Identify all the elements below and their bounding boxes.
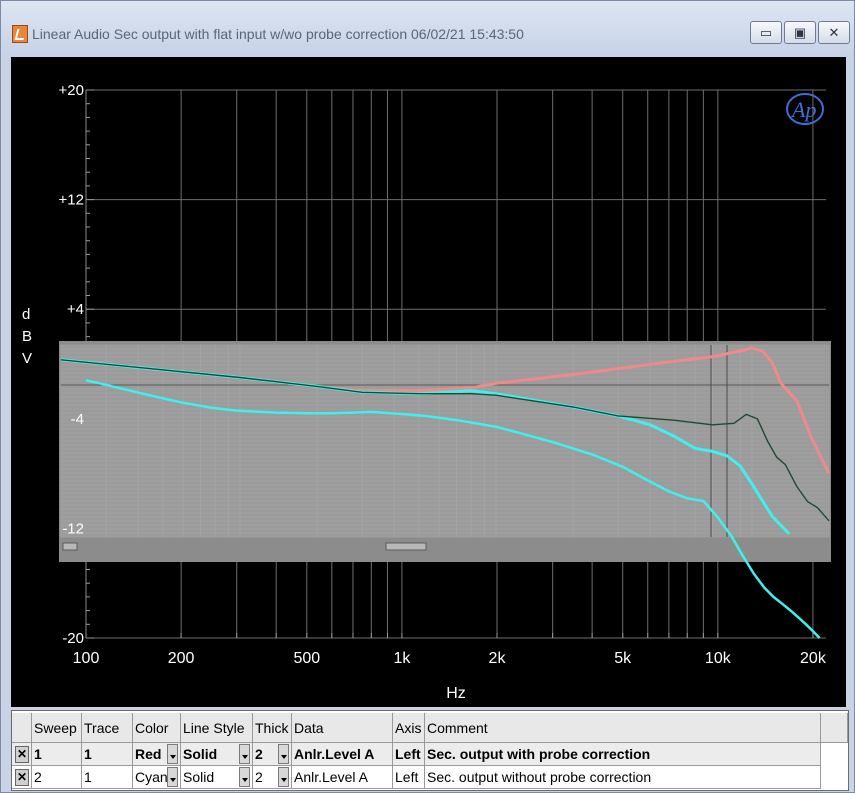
table-header-thick[interactable]: Thick (253, 713, 292, 743)
x-axis-label: Hz (446, 685, 466, 702)
chevron-down-icon[interactable] (239, 744, 250, 764)
app-window: Linear Audio Sec output with flat input … (0, 0, 855, 793)
table-header-trace[interactable]: Trace (82, 713, 133, 743)
ap-logo-text: Ap (790, 97, 816, 122)
color-value: Red (135, 746, 162, 762)
thick-select[interactable]: 2 (253, 766, 292, 789)
inset-legend-button (385, 542, 427, 551)
thick-value: 2 (255, 746, 263, 762)
table-row: ✕ (12, 743, 32, 766)
x-tick-label: 10k (705, 650, 732, 667)
comment-cell[interactable]: Sec. output without probe correction (425, 766, 821, 789)
line-style-select[interactable]: Solid (181, 766, 253, 789)
chevron-down-icon[interactable] (167, 744, 178, 764)
table-header-check (12, 713, 32, 743)
table-header-color[interactable]: Color (133, 713, 181, 743)
app-logo-icon (12, 25, 28, 43)
graph-panel[interactable]: +20 +12 +4 -4 -12 -20 100 200 500 1k 2k 5k 10k 20k dB… (11, 57, 846, 707)
table-header-comment[interactable]: Comment (425, 713, 821, 743)
maximize-button[interactable]: ▣ (784, 21, 816, 44)
table-header-line-style[interactable]: Line Style (181, 713, 253, 743)
trace-cell[interactable]: 1 (82, 743, 133, 766)
line-style-select[interactable]: Solid (181, 743, 253, 766)
table-header-data[interactable]: Data (292, 713, 393, 743)
chevron-down-icon[interactable] (167, 767, 178, 787)
sweep-cell[interactable]: 2 (32, 766, 82, 789)
x-tick-label: 100 (73, 650, 100, 667)
chevron-down-icon[interactable] (278, 767, 289, 787)
x-tick-label: 1k (393, 650, 411, 667)
trace-table[interactable]: Sweep Trace Color Line Style Thick Data … (11, 710, 849, 791)
y-tick-label: -12 (62, 520, 84, 537)
trace-enable-checkbox[interactable]: ✕ (15, 769, 29, 786)
data-cell[interactable]: Anlr.Level A (292, 743, 393, 766)
x-tick-label: 20k (800, 650, 827, 667)
close-button[interactable]: ✕ (818, 21, 850, 44)
chevron-down-icon[interactable] (278, 744, 289, 764)
chevron-down-icon[interactable] (239, 767, 250, 787)
title-bar[interactable]: Linear Audio Sec output with flat input … (1, 1, 854, 57)
minimize-button[interactable]: ▭ (750, 21, 782, 44)
y-tick-label: +4 (67, 301, 84, 318)
x-tick-label: 5k (614, 650, 632, 667)
y-tick-label: -4 (71, 411, 84, 428)
color-select[interactable]: Cyan (133, 766, 181, 789)
trace-enable-checkbox[interactable]: ✕ (15, 746, 29, 763)
y-tick-label: -20 (62, 630, 84, 647)
x-tick-label: 200 (168, 650, 195, 667)
table-header-spacer (821, 713, 848, 743)
axis-cell[interactable]: Left (393, 766, 425, 789)
window-title: Linear Audio Sec output with flat input … (32, 26, 524, 42)
sweep-cell[interactable]: 1 (32, 743, 82, 766)
data-cell[interactable]: Anlr.Level A (292, 766, 393, 789)
thick-value: 2 (255, 769, 263, 785)
frequency-response-chart: +20 +12 +4 -4 -12 -20 100 200 500 1k 2k 5k 10k 20k dB… (22, 82, 831, 702)
y-tick-label: +12 (59, 192, 84, 209)
y-axis-label: dBV (22, 306, 32, 367)
table-header-sweep[interactable]: Sweep (32, 713, 82, 743)
y-tick-label: +20 (59, 82, 84, 99)
line-style-value: Solid (183, 769, 215, 785)
x-tick-label: 2k (489, 650, 507, 667)
axis-cell[interactable]: Left (393, 743, 425, 766)
comment-cell[interactable]: Sec. output with probe correction (425, 743, 821, 766)
table-row: ✕ (12, 766, 32, 789)
ap-logo-icon: Ap (786, 93, 824, 125)
color-value: Cyan (135, 769, 168, 785)
inset-plot (59, 341, 831, 562)
thick-select[interactable]: 2 (253, 743, 292, 766)
line-style-value: Solid (183, 746, 218, 762)
x-tick-label: 500 (293, 650, 320, 667)
inset-legend-button (62, 542, 78, 551)
trace-cell[interactable]: 1 (82, 766, 133, 789)
color-select[interactable]: Red (133, 743, 181, 766)
table-header-axis[interactable]: Axis (393, 713, 425, 743)
